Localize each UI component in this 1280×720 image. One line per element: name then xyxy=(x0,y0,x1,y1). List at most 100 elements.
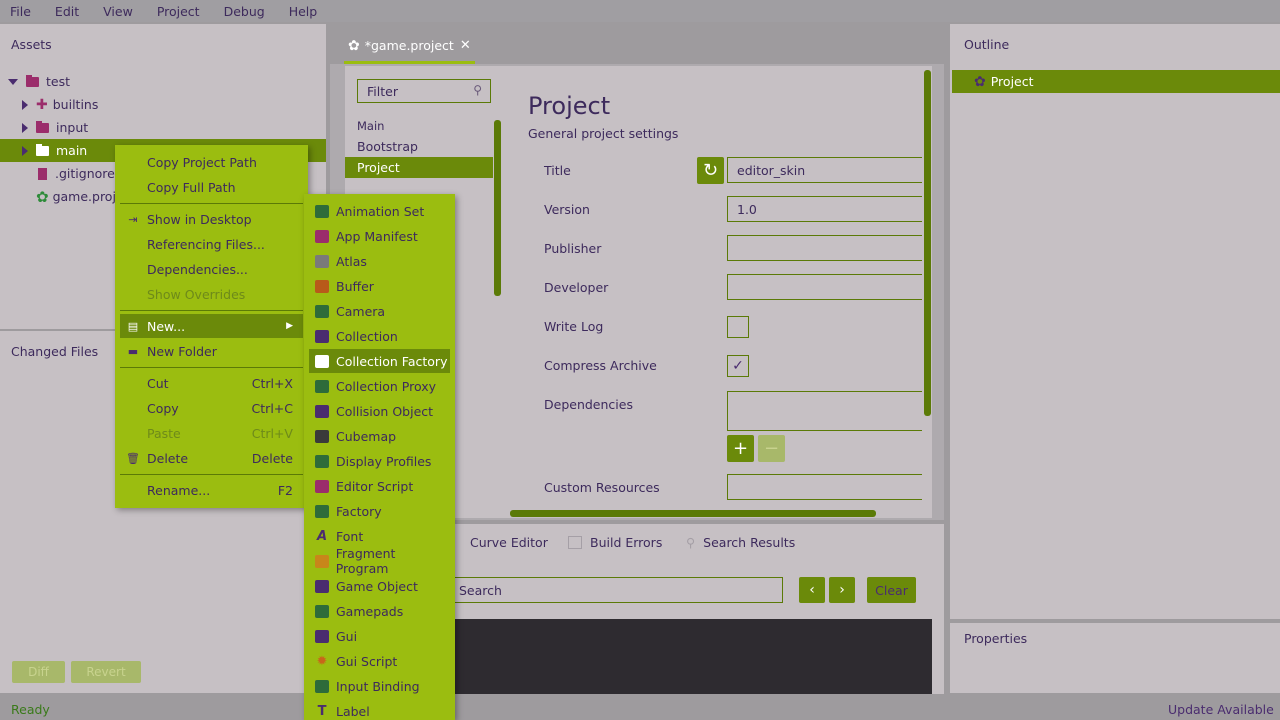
submenu-item-gui[interactable]: Gui xyxy=(309,624,450,648)
filter-input[interactable]: Filter ⚲ xyxy=(357,79,491,103)
submenu-item-display-profiles[interactable]: Display Profiles xyxy=(309,449,450,473)
submenu-item-gui-script[interactable]: ✹ Gui Script xyxy=(309,649,450,673)
fragment-program-icon xyxy=(315,554,329,568)
diff-button[interactable]: Diff xyxy=(12,661,65,683)
menu-item-rename[interactable]: Rename... F2 xyxy=(120,478,303,502)
menu-separator xyxy=(120,367,303,368)
tab-search-results[interactable]: ⚲ Search Results xyxy=(686,534,795,550)
menu-item-dependencies[interactable]: Dependencies... xyxy=(120,257,303,281)
warning-icon xyxy=(568,535,582,549)
tree-item-test[interactable]: test xyxy=(8,70,70,93)
menu-help[interactable]: Help xyxy=(277,4,330,19)
nav-main[interactable]: Main xyxy=(345,115,493,136)
chevron-left-icon: ‹ xyxy=(809,582,815,598)
submenu-item-collection-proxy[interactable]: Collection Proxy xyxy=(309,374,450,398)
tab-curve-editor[interactable]: Curve Editor xyxy=(470,534,548,550)
submenu-item-font[interactable]: A Font xyxy=(309,524,450,548)
submenu-item-app-manifest[interactable]: App Manifest xyxy=(309,224,450,248)
update-available-link[interactable]: Update Available xyxy=(1168,702,1274,717)
submenu-item-cubemap[interactable]: Cubemap xyxy=(309,424,450,448)
new-submenu: Animation Set App Manifest Atlas Buffer … xyxy=(304,194,455,720)
menu-file[interactable]: File xyxy=(0,4,43,19)
expand-arrow-icon[interactable] xyxy=(22,122,28,133)
submenu-item-collection[interactable]: Collection xyxy=(309,324,450,348)
revert-button[interactable]: Revert xyxy=(71,661,141,683)
submenu-item-input-binding[interactable]: Input Binding xyxy=(309,674,450,698)
prev-result-button[interactable]: ‹ xyxy=(799,577,825,603)
folder-icon: ▬ xyxy=(127,344,139,358)
menu-item-copy-full-path[interactable]: Copy Full Path xyxy=(120,175,303,199)
submenu-item-game-object[interactable]: Game Object xyxy=(309,574,450,598)
gui-icon xyxy=(315,629,329,643)
submenu-item-animation-set[interactable]: Animation Set xyxy=(309,199,450,223)
submenu-item-buffer[interactable]: Buffer xyxy=(309,274,450,298)
expand-arrow-icon[interactable] xyxy=(22,145,28,156)
submenu-item-camera[interactable]: Camera xyxy=(309,299,450,323)
publisher-field[interactable] xyxy=(727,235,922,261)
compress-archive-checkbox[interactable]: ✓ xyxy=(727,355,749,377)
tree-item-main[interactable]: main xyxy=(22,139,87,162)
gear-icon: ✿ xyxy=(974,73,986,90)
developer-field[interactable] xyxy=(727,274,922,300)
remove-dependency-button[interactable]: − xyxy=(758,435,785,462)
submenu-item-collision-object[interactable]: Collision Object xyxy=(309,399,450,423)
menu-item-copy[interactable]: Copy Ctrl+C xyxy=(120,396,303,420)
close-icon[interactable]: ✕ xyxy=(460,38,471,53)
file-icon xyxy=(38,167,47,180)
clear-button[interactable]: Clear xyxy=(867,577,916,603)
custom-resources-field[interactable] xyxy=(727,474,922,500)
menu-item-show-in-desktop[interactable]: ⇥ Show in Desktop xyxy=(120,207,303,231)
collision-object-icon xyxy=(315,404,329,418)
search-icon: ⚲ xyxy=(686,534,696,550)
nav-project[interactable]: Project xyxy=(345,157,493,178)
write-log-label: Write Log xyxy=(544,319,604,334)
tree-item-gitignore[interactable]: .gitignore xyxy=(38,162,115,185)
expand-arrow-icon[interactable] xyxy=(8,78,18,85)
submenu-item-fragment-program[interactable]: Fragment Program xyxy=(309,546,450,576)
submenu-item-editor-script[interactable]: Editor Script xyxy=(309,474,450,498)
submenu-item-gamepads[interactable]: Gamepads xyxy=(309,599,450,623)
menu-item-new-folder[interactable]: ▬ New Folder xyxy=(120,339,303,363)
tree-item-label: input xyxy=(56,120,89,135)
next-result-button[interactable]: › xyxy=(829,577,855,603)
submenu-item-collection-factory[interactable]: Collection Factory xyxy=(309,349,450,373)
menu-debug[interactable]: Debug xyxy=(212,4,277,19)
menu-project[interactable]: Project xyxy=(145,4,212,19)
write-log-checkbox[interactable] xyxy=(727,316,749,338)
tree-item-input[interactable]: input xyxy=(22,116,88,139)
menu-item-paste: Paste Ctrl+V xyxy=(147,425,293,441)
menu-item-delete[interactable]: 🗑 Delete Delete xyxy=(120,446,303,470)
submenu-item-factory[interactable]: Factory xyxy=(309,499,450,523)
nav-bootstrap[interactable]: Bootstrap xyxy=(345,136,493,157)
changed-files-title: Changed Files xyxy=(11,344,99,359)
assets-title: Assets xyxy=(11,37,52,52)
nav-scrollbar[interactable] xyxy=(494,120,501,296)
tab-game-project[interactable]: ✿ *game.project ✕ xyxy=(344,30,475,64)
tree-item-builtins[interactable]: ✚ builtins xyxy=(22,93,98,116)
tab-title: *game.project xyxy=(364,38,454,53)
version-field[interactable]: 1.0 xyxy=(727,196,922,222)
reset-button[interactable]: ↻ xyxy=(697,157,724,184)
tab-build-errors[interactable]: Build Errors xyxy=(568,534,662,550)
editor-script-icon xyxy=(315,479,329,493)
menu-edit[interactable]: Edit xyxy=(43,4,91,19)
chevron-right-icon: › xyxy=(839,582,845,598)
search-input[interactable]: Search xyxy=(451,577,783,603)
submenu-item-label[interactable]: T Label xyxy=(309,699,450,720)
outline-item-project[interactable]: ✿ Project xyxy=(952,70,1280,93)
dependencies-field[interactable] xyxy=(727,391,922,431)
menu-item-new[interactable]: ▤ New... ▶ xyxy=(120,314,303,338)
menu-item-copy-project-path[interactable]: Copy Project Path xyxy=(120,150,303,174)
properties-title: Properties xyxy=(964,631,1028,646)
submenu-item-atlas[interactable]: Atlas xyxy=(309,249,450,273)
add-dependency-button[interactable]: + xyxy=(727,435,754,462)
menu-item-referencing-files[interactable]: Referencing Files... xyxy=(120,232,303,256)
title-field[interactable]: editor_skin xyxy=(727,157,922,183)
expand-arrow-icon[interactable] xyxy=(22,99,28,110)
form-horizontal-scrollbar[interactable] xyxy=(510,510,876,517)
menu-item-cut[interactable]: Cut Ctrl+X xyxy=(120,371,303,395)
status-text: Ready xyxy=(11,702,50,717)
menu-view[interactable]: View xyxy=(91,4,145,19)
menu-separator xyxy=(120,310,303,311)
form-vertical-scrollbar[interactable] xyxy=(924,70,931,416)
